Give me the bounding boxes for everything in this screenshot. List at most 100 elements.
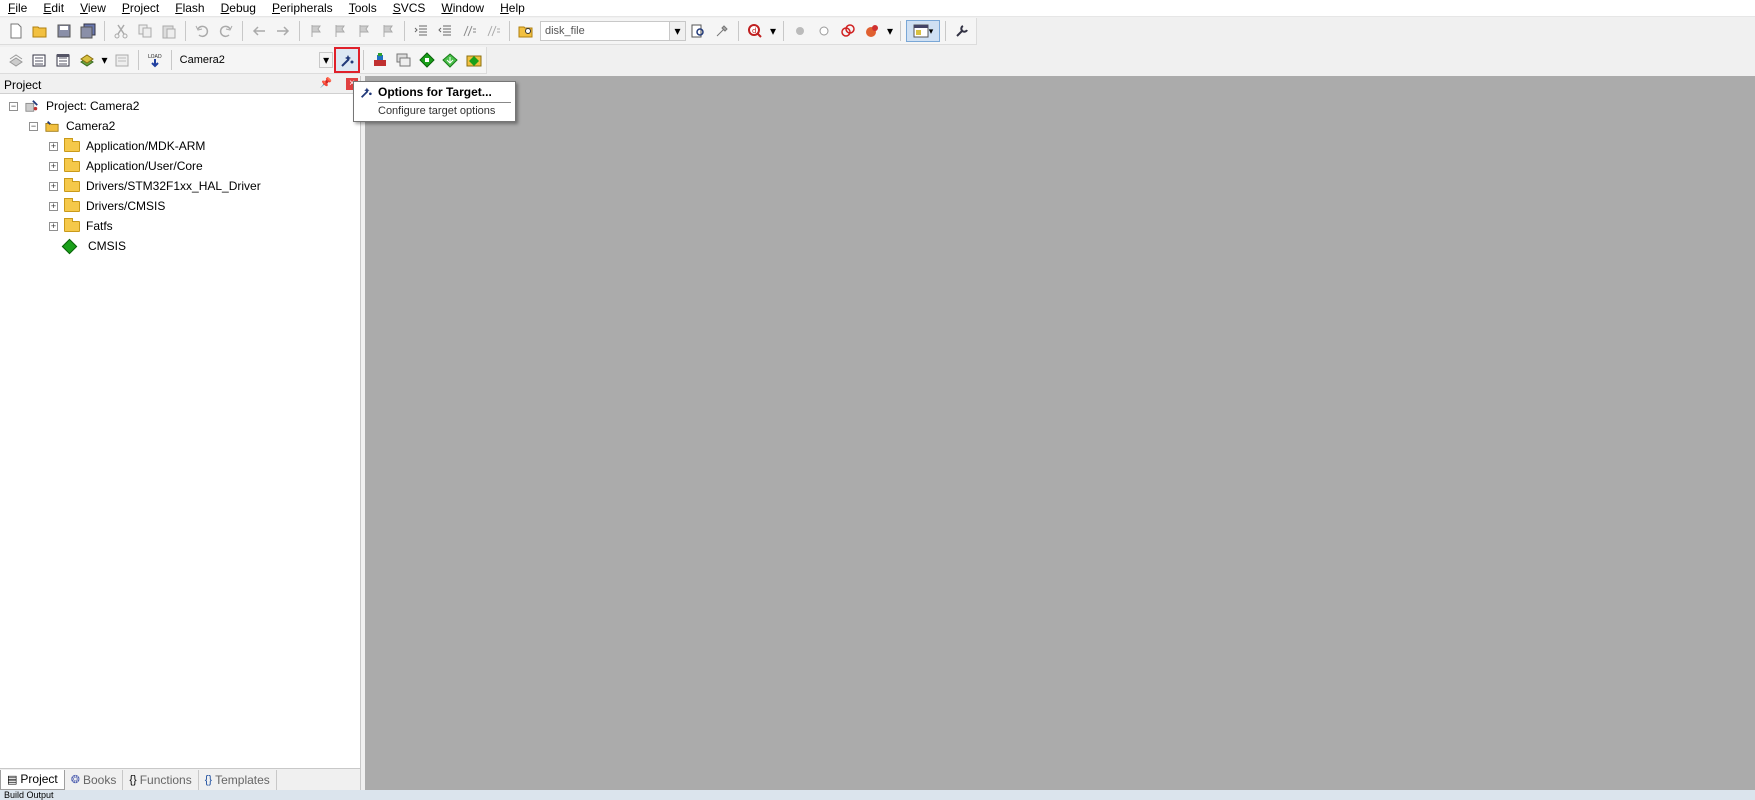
menu-help[interactable]: Help (492, 0, 533, 17)
copy-icon[interactable] (134, 20, 156, 42)
find-icon[interactable] (687, 20, 709, 42)
undo-icon[interactable] (191, 20, 213, 42)
folder-icon (64, 217, 80, 232)
debug-session-icon[interactable]: d (744, 20, 766, 42)
folder-icon (64, 177, 80, 192)
editor-area (365, 76, 1755, 790)
rebuild-icon[interactable] (52, 49, 74, 71)
menu-edit[interactable]: Edit (35, 0, 72, 17)
find-combo-value: disk_file (545, 25, 585, 37)
paste-icon[interactable] (158, 20, 180, 42)
expand-icon[interactable]: + (49, 201, 58, 211)
pack-installer-icon[interactable] (440, 49, 462, 71)
chevron-down-icon[interactable]: ▾ (768, 20, 778, 42)
menu-mnemonic: T (348, 0, 355, 15)
bookmark-next-icon[interactable] (353, 20, 375, 42)
download-icon[interactable]: LOAD (144, 49, 166, 71)
bookmark-clear-icon[interactable] (377, 20, 399, 42)
configure-icon[interactable] (951, 20, 973, 42)
chevron-down-icon[interactable]: ▾ (100, 49, 110, 71)
expand-icon[interactable]: + (49, 161, 58, 171)
tree-target[interactable]: − Camera2 (0, 116, 360, 136)
tree-component[interactable]: CMSIS (0, 236, 360, 256)
collapse-icon[interactable]: − (9, 101, 18, 111)
separator (404, 21, 405, 41)
unindent-icon[interactable] (434, 20, 456, 42)
find-in-files-icon[interactable] (515, 20, 537, 42)
separator (104, 21, 105, 41)
bookmark-prev-icon[interactable] (329, 20, 351, 42)
menu-project[interactable]: Project (114, 0, 167, 17)
new-file-icon[interactable] (5, 20, 27, 42)
menu-debug[interactable]: Debug (213, 0, 264, 17)
tab-books[interactable]: ❂ Books (65, 769, 124, 790)
nav-back-icon[interactable] (248, 20, 270, 42)
expand-icon[interactable]: + (49, 221, 58, 231)
menu-window[interactable]: Window (433, 0, 492, 17)
menu-mnemonic: D (220, 0, 230, 15)
uncomment-icon[interactable] (482, 20, 504, 42)
stop-build-icon[interactable] (111, 49, 133, 71)
tree-root[interactable]: − Project: Camera2 (0, 96, 360, 116)
tree-group[interactable]: + Application/MDK-ARM (0, 136, 360, 156)
tree-root-label: Project: Camera2 (46, 99, 140, 113)
save-all-icon[interactable] (77, 20, 99, 42)
svg-text:d: d (752, 27, 756, 35)
menu-flash[interactable]: Flash (167, 0, 212, 17)
cut-icon[interactable] (110, 20, 132, 42)
tree-group[interactable]: + Fatfs (0, 216, 360, 236)
comment-icon[interactable] (458, 20, 480, 42)
options-for-target-icon (361, 87, 372, 98)
chevron-down-icon[interactable]: ▾ (669, 22, 685, 40)
tab-functions[interactable]: {} Functions (123, 769, 199, 790)
breakpoint-disable-icon[interactable] (813, 20, 835, 42)
build-icon[interactable] (29, 49, 51, 71)
save-icon[interactable] (53, 20, 75, 42)
expand-icon[interactable]: + (49, 181, 58, 191)
options-for-target-button[interactable] (334, 47, 360, 73)
menu-peripherals[interactable]: Peripherals (264, 0, 341, 17)
find-combo[interactable]: disk_file ▾ (540, 21, 686, 41)
menu-file[interactable]: File (0, 0, 35, 17)
chevron-down-icon[interactable]: ▾ (885, 20, 895, 42)
redo-icon[interactable] (215, 20, 237, 42)
expand-icon[interactable]: + (49, 141, 58, 151)
translate-icon[interactable] (5, 49, 27, 71)
collapse-icon[interactable]: − (29, 121, 38, 131)
select-packs-icon[interactable] (392, 49, 414, 71)
manage-project-items-icon[interactable] (369, 49, 391, 71)
tab-templates-label: Templates (215, 772, 270, 787)
separator (509, 21, 510, 41)
manage-rte-icon[interactable] (416, 49, 438, 71)
tree-group[interactable]: + Drivers/STM32F1xx_HAL_Driver (0, 176, 360, 196)
chevron-down-icon[interactable]: ▾ (319, 52, 334, 68)
functions-icon: {} (129, 773, 137, 786)
software-packs-icon[interactable] (463, 49, 485, 71)
tab-templates[interactable]: {} Templates (199, 769, 277, 790)
tree-group[interactable]: + Drivers/CMSIS (0, 196, 360, 216)
menu-tools[interactable]: Tools (341, 0, 385, 17)
incremental-find-icon[interactable] (711, 20, 733, 42)
menu-view[interactable]: View (72, 0, 114, 17)
nav-forward-icon[interactable] (272, 20, 294, 42)
tree-group-label: Application/MDK-ARM (86, 139, 206, 153)
breakpoint-icon[interactable] (789, 20, 811, 42)
breakpoint-kill-icon[interactable] (861, 20, 883, 42)
target-select[interactable]: Camera2 ▾ (176, 50, 334, 70)
build-toolbar: ▾ LOAD Camera2 ▾ (0, 47, 487, 74)
menu-mnemonic: F (175, 0, 183, 15)
indent-icon[interactable] (410, 20, 432, 42)
menu-svcs[interactable]: SVCS (385, 0, 434, 17)
batch-build-icon[interactable] (76, 49, 98, 71)
books-icon: ❂ (70, 774, 80, 786)
open-folder-icon[interactable] (29, 20, 51, 42)
menu-mnemonic: F (8, 0, 16, 15)
window-layout-button[interactable]: ▾ (906, 20, 940, 42)
pin-icon[interactable]: 📌 (320, 78, 332, 89)
templates-icon: {} (204, 773, 213, 786)
bookmark-toggle-icon[interactable] (305, 20, 327, 42)
tree-group[interactable]: + Application/User/Core (0, 156, 360, 176)
tree-group-label: Application/User/Core (86, 159, 203, 173)
tab-project[interactable]: ▤ Project (0, 769, 65, 790)
breakpoint-clear-icon[interactable] (837, 20, 859, 42)
